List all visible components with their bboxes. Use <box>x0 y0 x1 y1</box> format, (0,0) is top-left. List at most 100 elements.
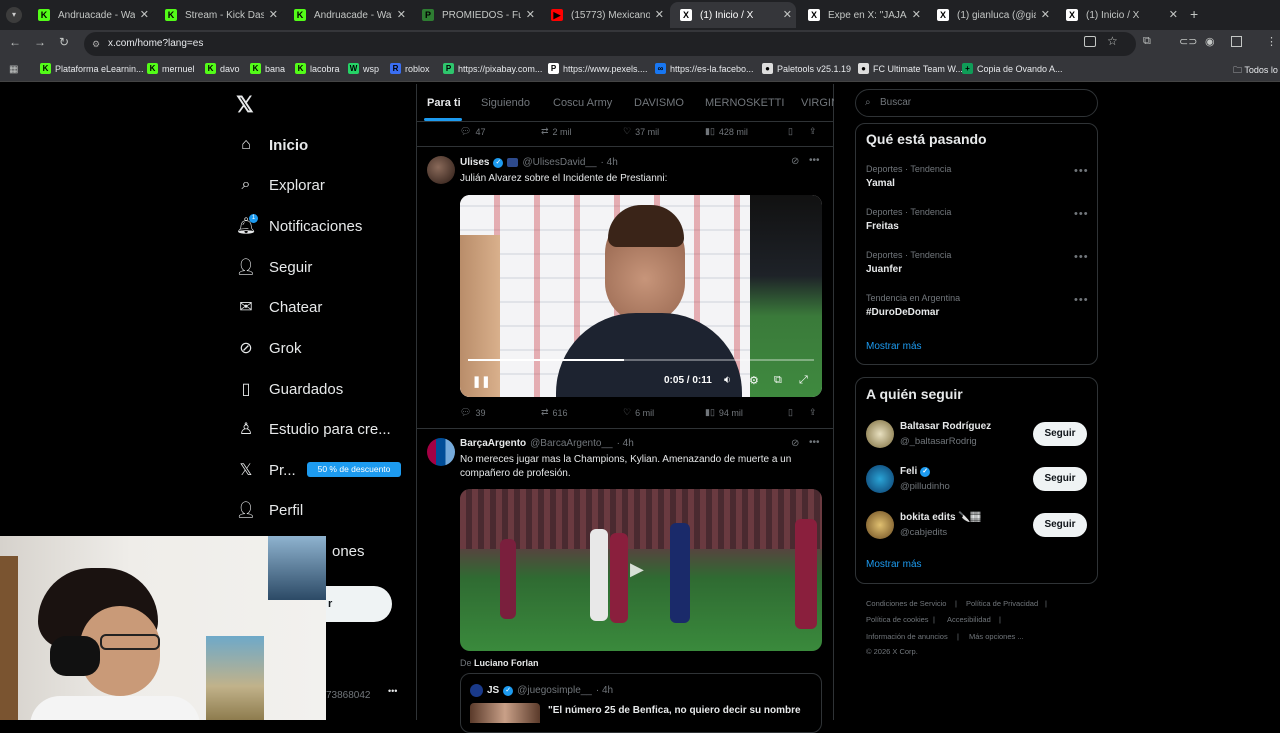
post1-repost-action[interactable]: ⇄ 616 <box>541 407 568 418</box>
trend-name[interactable]: Juanfer <box>866 264 902 275</box>
site-info-icon[interactable]: ⚙ <box>92 32 100 56</box>
tab-search-button[interactable]: ▾ <box>6 7 22 23</box>
from-name[interactable]: Luciano Forlan <box>474 658 539 668</box>
nav-item-creator-studio[interactable]: ♙ Estudio para cre... <box>236 415 391 443</box>
post1-like-action[interactable]: ♡ 6 mil <box>623 407 654 418</box>
grok-icon[interactable]: ⊘ <box>791 156 799 167</box>
bookmark-item[interactable]: Phttps://pixabay.com... <box>443 63 542 74</box>
x-logo-icon[interactable]: 𝕏 <box>236 92 254 118</box>
suggested-user-name[interactable]: Feli ✓ <box>900 466 931 477</box>
post2-more-icon[interactable]: ••• <box>809 437 820 448</box>
post2-author-handle[interactable]: @BarcaArgento__ <box>530 438 612 449</box>
bookmark-item[interactable]: K Plataforma eLearnin... <box>40 63 144 74</box>
tab-close-icon[interactable]: ✕ <box>655 8 664 21</box>
post1-share-icon[interactable]: ⇪ <box>809 407 817 418</box>
prev-views-action[interactable]: ▮▯ 428 mil <box>705 126 748 137</box>
extensions-icon[interactable]: ⧉ <box>1143 35 1151 48</box>
volume-icon[interactable]: 🔉︎ <box>724 374 731 387</box>
post1-bookmark-icon[interactable]: ▯ <box>788 407 793 418</box>
prev-like-action[interactable]: ♡ 37 mil <box>623 126 659 137</box>
post1-author-name[interactable]: Ulises <box>460 157 489 168</box>
footer-link[interactable]: Accesibilidad <box>947 615 991 624</box>
bookmark-item[interactable]: Kbana <box>250 63 285 74</box>
account-more-icon[interactable]: ••• <box>388 686 397 696</box>
footer-link[interactable]: © 2026 X Corp. <box>866 647 918 656</box>
forward-icon[interactable]: → <box>34 35 46 49</box>
browser-tab[interactable]: X (1) Inicio / X ✕ <box>1056 2 1182 28</box>
suggested-user-name[interactable]: Baltasar Rodríguez <box>900 421 991 432</box>
nav-item-follow[interactable]: 👤︎ Seguir <box>236 253 313 281</box>
post2-author-name[interactable]: BarçaArgento <box>460 438 526 449</box>
post1-time[interactable]: · 4h <box>601 157 618 168</box>
barcaargento-avatar[interactable] <box>427 438 455 466</box>
settings-icon[interactable]: ⚙ <box>749 374 759 387</box>
install-app-icon[interactable] <box>1084 36 1096 47</box>
browser-tab[interactable]: K Andruacade - Watch ✕ <box>28 2 153 28</box>
nav-item-chat[interactable]: ✉ Chatear <box>236 293 322 321</box>
trend-name[interactable]: #DuroDeDomar <box>866 307 939 318</box>
pip-icon[interactable]: ⧉ <box>774 374 782 387</box>
bookmark-item[interactable]: Klacobra <box>295 63 340 74</box>
grok-icon[interactable]: ⊘ <box>791 438 799 449</box>
prev-repost-action[interactable]: ⇄ 2 mil <box>541 126 572 137</box>
prev-reply-action[interactable]: 💬︎ 47 <box>460 126 485 137</box>
back-icon[interactable]: ← <box>9 35 21 49</box>
bookmark-item[interactable]: ∞ https://es-la.facebo... <box>655 63 754 74</box>
browser-tab[interactable]: K Stream - Kick Dashbo ✕ <box>155 2 282 28</box>
trend-name[interactable]: Freitas <box>866 221 899 232</box>
feed-tab[interactable]: VIRGIN <box>801 97 834 109</box>
trend-more-icon[interactable]: ••• <box>1074 165 1089 177</box>
bookmark-item[interactable]: + Copia de Ovando A... <box>962 63 1063 74</box>
feed-tab[interactable]: MERNOSKETTI <box>705 97 784 109</box>
follow-button[interactable]: Seguir <box>1033 513 1087 537</box>
bookmark-item[interactable]: ● FC Ultimate Team W... <box>858 63 963 74</box>
post2-time[interactable]: · 4h <box>617 438 634 449</box>
browser-tab[interactable]: P PROMIEDOS - Futbo ✕ <box>412 2 539 28</box>
follow-button[interactable]: Seguir <box>1033 422 1087 446</box>
browser-tab[interactable]: X (1) Inicio / X ✕ <box>670 2 796 28</box>
follow-show-more[interactable]: Mostrar más <box>866 559 922 570</box>
tab-close-icon[interactable]: ✕ <box>397 8 406 21</box>
bookmark-item[interactable]: Wwsp <box>348 63 379 74</box>
trend-more-icon[interactable]: ••• <box>1074 208 1089 220</box>
footer-link[interactable]: Política de cookies <box>866 615 929 624</box>
sidepanel-icon[interactable] <box>1231 36 1242 47</box>
link-icon[interactable]: ⊂⊃ <box>1179 35 1197 48</box>
tab-close-icon[interactable]: ✕ <box>1169 8 1178 21</box>
nav-item-premium[interactable]: 𝕏 Pr... <box>236 456 296 484</box>
feed-tab[interactable]: Coscu Army <box>553 97 612 109</box>
footer-link[interactable]: Información de anuncios <box>866 632 948 641</box>
tab-close-icon[interactable]: ✕ <box>783 8 792 21</box>
nav-item-more[interactable]: ones <box>332 537 365 565</box>
browser-tab[interactable]: K Andruacade - Watch ✕ <box>284 2 410 28</box>
pause-icon[interactable]: ❚❚ <box>472 375 490 388</box>
tab-close-icon[interactable]: ✕ <box>269 8 278 21</box>
address-bar[interactable]: ⚙ x.com/home?lang=es <box>84 32 1136 56</box>
post1-video[interactable]: ❚❚ 0:05 / 0:11 🔉︎ ⚙ ⧉ ⤢ <box>460 195 822 397</box>
all-bookmarks[interactable]: 🗀 Todos lo <box>1233 63 1278 79</box>
feed-tab[interactable]: Para ti <box>427 97 461 109</box>
suggested-user-avatar[interactable] <box>866 465 894 493</box>
tab-close-icon[interactable]: ✕ <box>526 8 535 21</box>
suggested-user-avatar[interactable] <box>866 420 894 448</box>
play-icon[interactable]: ▶ <box>630 559 644 580</box>
post1-more-icon[interactable]: ••• <box>809 155 820 166</box>
trend-more-icon[interactable]: ••• <box>1074 294 1089 306</box>
apps-grid-icon[interactable]: ▦ <box>9 64 18 75</box>
footer-link[interactable]: Condiciones de Servicio <box>866 599 946 608</box>
feed-tab[interactable]: Siguiendo <box>481 97 530 109</box>
nav-item-grok[interactable]: ⊘ Grok <box>236 334 301 362</box>
ulises-avatar[interactable] <box>427 156 455 184</box>
post-button[interactable]: r <box>326 586 392 622</box>
bookmark-item[interactable]: Kdavo <box>205 63 240 74</box>
reload-icon[interactable]: ↻ <box>59 35 69 49</box>
tab-close-icon[interactable]: ✕ <box>1041 8 1050 21</box>
post1-reply-action[interactable]: 💬︎ 39 <box>460 407 485 418</box>
prev-share-icon[interactable]: ⇪ <box>809 126 817 137</box>
nav-item-bookmarks[interactable]: ▯ Guardados <box>236 375 344 403</box>
post1-author-handle[interactable]: @UlisesDavid__ <box>522 157 596 168</box>
bookmark-item[interactable]: ● Paletools v25.1.19 <box>762 63 851 74</box>
menu-icon[interactable]: ⋮ <box>1266 35 1277 48</box>
browser-tab[interactable]: ▶ (15773) Mexicanos s ✕ <box>541 2 668 28</box>
prev-bookmark-icon[interactable]: ▯ <box>788 126 793 137</box>
